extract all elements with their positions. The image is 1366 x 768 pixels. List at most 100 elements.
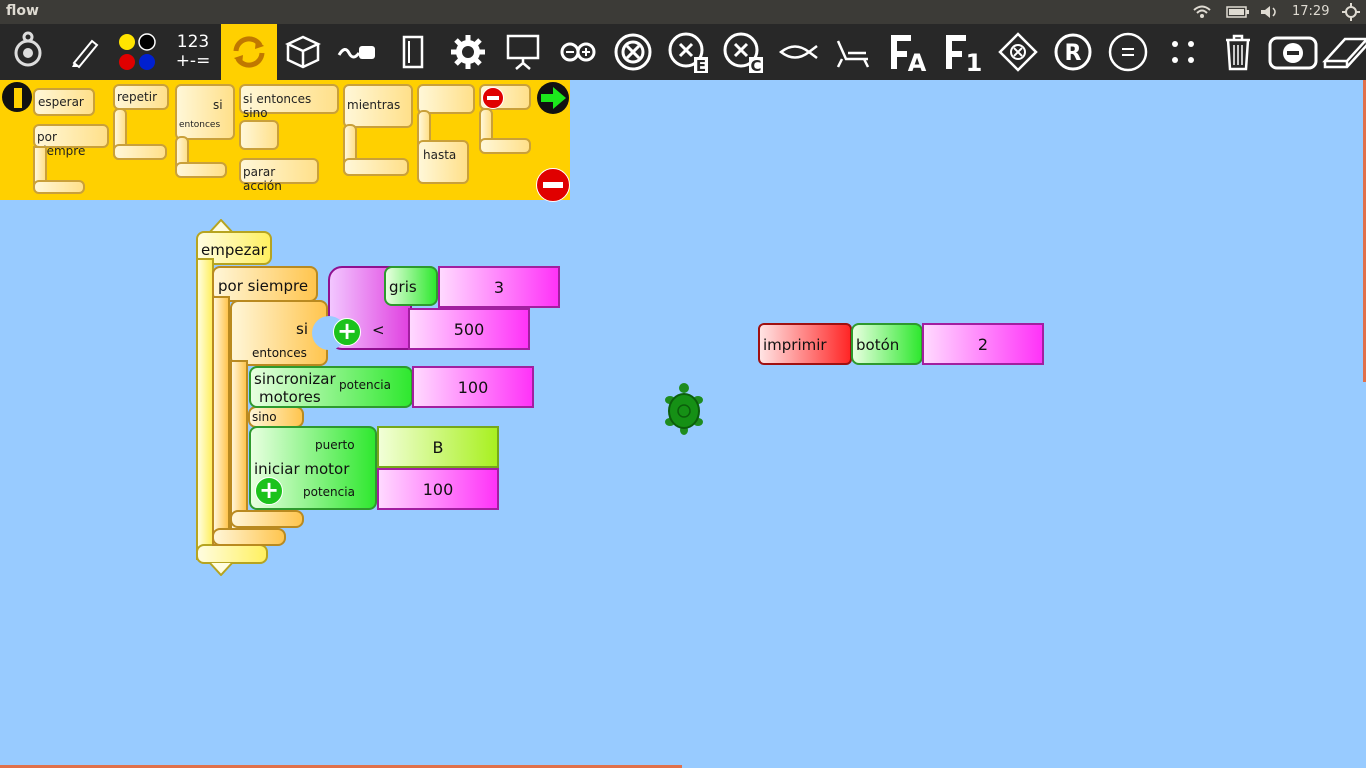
- iniciar-potencia-field[interactable]: 100: [377, 468, 499, 510]
- eraser-icon: [1322, 37, 1366, 69]
- palette-previous-button[interactable]: [2, 82, 32, 112]
- stop-icon: [1268, 36, 1318, 70]
- r-button[interactable]: R: [1046, 24, 1100, 80]
- potencia-label-2: potencia: [303, 485, 355, 499]
- numbers-icon-line2: +-=: [175, 51, 211, 71]
- pen-button[interactable]: [58, 24, 112, 80]
- extras-icon: [451, 35, 485, 69]
- puerto-value-field[interactable]: B: [377, 426, 499, 468]
- numbers-button[interactable]: 123 +-=: [166, 24, 220, 80]
- palette-por-siempre-block[interactable]: por siempre: [33, 124, 109, 158]
- volume-icon[interactable]: [1260, 5, 1280, 19]
- close-c-button[interactable]: C: [716, 24, 770, 80]
- sync-potencia-field[interactable]: 100: [412, 366, 534, 408]
- colors-button[interactable]: [110, 24, 164, 80]
- por-siempre-label: por siempre: [218, 277, 309, 295]
- boton-block[interactable]: botón: [851, 323, 923, 365]
- colors-icon: [119, 33, 156, 70]
- flow-icon: [233, 36, 265, 68]
- palette-si-block[interactable]: si entonces: [175, 84, 235, 140]
- sincronizar-label-line2: motores: [259, 388, 321, 406]
- presentation-icon: [506, 34, 540, 70]
- turtle-sprite-icon[interactable]: [664, 382, 704, 436]
- palette-hide-button[interactable]: [536, 168, 570, 202]
- empezar-foot: [196, 544, 268, 564]
- arrow-right-icon: [541, 87, 566, 109]
- palette-repetir-block[interactable]: repetir: [113, 84, 169, 110]
- palette-mientras-foot: [343, 158, 409, 176]
- palette-repetir-label: repetir: [117, 90, 158, 104]
- clock[interactable]: 17:29: [1292, 4, 1329, 19]
- palette-repetir-foot: [113, 144, 167, 160]
- plus-icon[interactable]: +: [255, 477, 283, 505]
- svg-text:A: A: [908, 49, 927, 73]
- gris-label: gris: [389, 278, 417, 296]
- imprimir-label: imprimir: [763, 336, 827, 354]
- toolbar: 123 +-= E C A 1 R: [0, 24, 1366, 80]
- fa-button[interactable]: A: [881, 24, 935, 80]
- turtle-icon: [14, 31, 42, 67]
- trash-button[interactable]: [1211, 24, 1265, 80]
- palette-next-button[interactable]: [537, 82, 569, 114]
- svg-text:R: R: [1065, 41, 1082, 66]
- flow-button[interactable]: [221, 24, 277, 80]
- app-title: flow: [6, 3, 39, 19]
- sincronizar-motores-block[interactable]: sincronizar motores potencia: [249, 366, 413, 408]
- battery-icon[interactable]: [1226, 6, 1250, 18]
- boton-value-field[interactable]: 2: [922, 323, 1044, 365]
- palette-hasta-label: hasta: [423, 148, 457, 162]
- minus-icon[interactable]: [482, 87, 504, 109]
- less-than-label: <: [372, 321, 385, 339]
- potencia-label: potencia: [339, 378, 391, 392]
- turtle-button[interactable]: [1, 24, 55, 80]
- gris-block[interactable]: gris: [384, 266, 438, 306]
- palette-si-foot: [175, 162, 227, 178]
- media-button[interactable]: [331, 24, 385, 80]
- gear-icon[interactable]: [1342, 3, 1360, 21]
- recline-button[interactable]: [826, 24, 880, 80]
- palette-por-siempre-foot: [33, 180, 85, 194]
- trash-icon: [1226, 34, 1250, 71]
- dots-button[interactable]: [1156, 24, 1210, 80]
- dice-button[interactable]: [991, 24, 1045, 80]
- palette-action-foot: [479, 138, 531, 154]
- fish-icon: [778, 45, 818, 59]
- sensors-button[interactable]: [276, 24, 330, 80]
- wifi-icon[interactable]: [1192, 5, 1212, 19]
- palette-mientras-block[interactable]: mientras: [343, 84, 413, 128]
- close-button[interactable]: [606, 24, 660, 80]
- palette-si-label: si: [213, 98, 223, 112]
- svg-text:E: E: [696, 57, 706, 73]
- por-siempre-body: [212, 296, 230, 546]
- palette-esperar-label: esperar: [38, 95, 84, 109]
- palette-si-entonces-sino-block[interactable]: si entonces sino: [239, 84, 339, 120]
- sensors-icon: [285, 35, 321, 69]
- f1-button[interactable]: 1: [936, 24, 990, 80]
- system-bar: flow 17:29: [0, 0, 1366, 24]
- equals-button[interactable]: [1101, 24, 1155, 80]
- palette-parar-accion-block[interactable]: parar acción: [239, 158, 319, 193]
- palette-entonces-label: entonces: [179, 120, 221, 130]
- close-e-button[interactable]: E: [661, 24, 715, 80]
- gris-value: 3: [493, 277, 505, 297]
- numbers-icon-line1: 123: [176, 32, 210, 52]
- extras-button[interactable]: [441, 24, 495, 80]
- eraser-button[interactable]: [1318, 24, 1366, 80]
- compare-value-field[interactable]: 500: [408, 308, 530, 350]
- presentation-button[interactable]: [496, 24, 550, 80]
- plus-icon[interactable]: +: [333, 318, 361, 346]
- blocks-button[interactable]: [386, 24, 440, 80]
- fish-button[interactable]: [771, 24, 825, 80]
- media-icon: [337, 46, 375, 59]
- stop-button[interactable]: [1266, 24, 1320, 80]
- arduino-button[interactable]: [551, 24, 605, 80]
- palette-esperar-block[interactable]: esperar: [33, 88, 95, 116]
- boton-value: 2: [977, 334, 989, 354]
- recline-icon: [836, 40, 870, 68]
- palette-hasta-block[interactable]: hasta: [417, 140, 469, 184]
- gris-value-field[interactable]: 3: [438, 266, 560, 308]
- imprimir-block[interactable]: imprimir: [758, 323, 852, 365]
- close-c-icon: C: [723, 32, 763, 73]
- si-foot: [230, 510, 304, 528]
- palette-sino-slot: [239, 120, 279, 150]
